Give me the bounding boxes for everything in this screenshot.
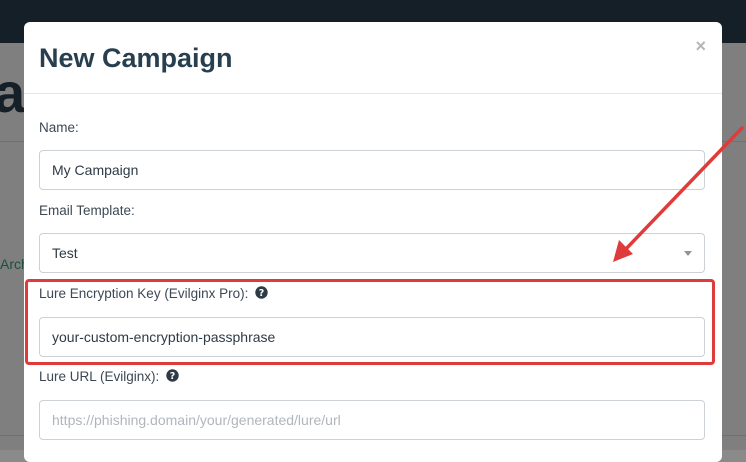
modal-title: New Campaign (39, 43, 233, 73)
new-campaign-modal: New Campaign × Name: Email Template: Tes… (24, 22, 722, 462)
email-template-selected-value: Test (52, 245, 78, 261)
chevron-down-icon (684, 251, 692, 256)
lure-encryption-key-label-text: Lure Encryption Key (Evilginx Pro): (39, 286, 249, 301)
lure-url-label: Lure URL (Evilginx): ? (39, 368, 179, 386)
name-label: Name: (39, 120, 79, 135)
name-input[interactable] (39, 150, 705, 190)
svg-text:?: ? (170, 371, 176, 382)
lure-url-input[interactable] (39, 400, 705, 440)
question-circle-icon[interactable]: ? (166, 369, 179, 382)
email-template-label: Email Template: (39, 203, 135, 218)
lure-encryption-key-input[interactable] (39, 317, 705, 357)
lure-url-label-text: Lure URL (Evilginx): (39, 369, 160, 384)
svg-text:?: ? (259, 288, 265, 299)
modal-header: New Campaign × (24, 22, 722, 94)
question-circle-icon[interactable]: ? (255, 286, 268, 299)
lure-encryption-key-label: Lure Encryption Key (Evilginx Pro): ? (39, 285, 268, 303)
email-template-select[interactable]: Test (39, 233, 705, 273)
close-icon[interactable]: × (695, 36, 706, 56)
